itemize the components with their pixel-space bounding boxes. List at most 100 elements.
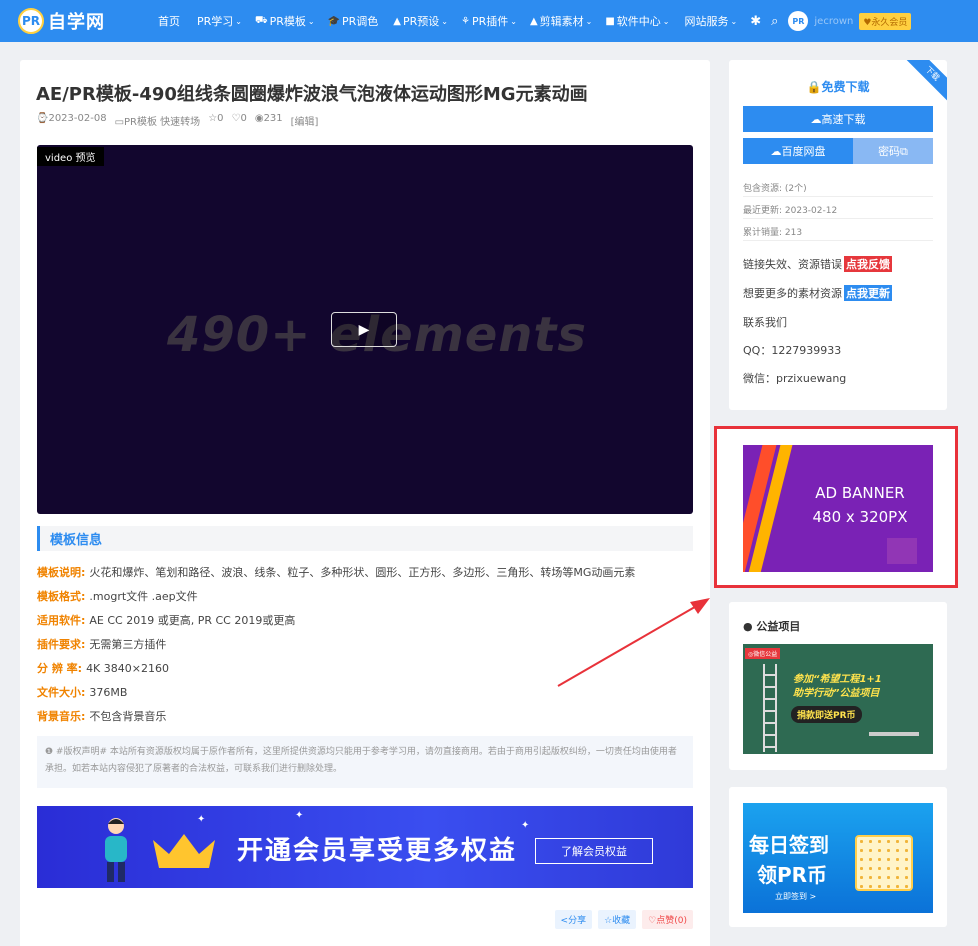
info-value: 376MB [89,685,128,699]
checkin-widget: 每日签到 领PR币 立即签到 > [729,787,947,927]
charity-tag: ◎微信公益 [745,648,781,659]
sparkle-icon: ✦ [521,820,530,831]
template-info-list: 模板说明: 火花和爆炸、笔划和路径、波浪、线条、粒子、多种形状、圆形、正方形、多边… [37,560,635,728]
chevron-down-icon: ⌄ [307,16,315,26]
nav-item-pr-plugin[interactable]: ⚘ PR插件 ⌄ [461,13,517,29]
sparkle-icon: ✦ [197,814,206,825]
info-row: 模板说明: 火花和爆炸、笔划和路径、波浪、线条、粒子、多种形状、圆形、正方形、多边… [37,560,635,584]
info-key: 模板说明: [37,566,86,579]
copyright-notice: ❶ #版权声明# 本站所有资源版权均属于原作者所有，这里所提供资源均只能用于参考… [37,736,693,788]
like-button[interactable]: ♡点赞(0) [642,910,693,929]
info-key: 背景音乐: [37,710,86,723]
share-button[interactable]: <分享 [554,910,593,929]
chevron-down-icon: ⌄ [235,16,242,26]
vip-badge[interactable]: ♥永久会员 [859,12,912,30]
person-illustration [105,818,127,882]
vip-banner-text: 开通会员享受更多权益 [237,836,518,866]
charity-line-1: 参加“希望工程1+1 [793,674,882,685]
request-link[interactable]: 点我更新 [844,285,892,301]
nav-label: 首页 [158,15,180,28]
nav-item-home[interactable]: 首页 [156,13,182,29]
fast-download-button[interactable]: ☁高速下载 [743,106,933,132]
nav-item-software[interactable]: ■ 软件中心 ⌄ [605,13,669,29]
nav-item-services[interactable]: 网站服务 ⌄ [683,13,738,29]
info-value: .mogrt文件 .aep文件 [89,590,198,603]
info-row: 适用软件: AE CC 2019 或更高, PR CC 2019或更高 [37,608,635,632]
video-player[interactable]: video 预览 490+ elements ▶ [37,145,693,514]
last-updated: 最近更新: 2023-02-12 [743,200,933,219]
checkin-line-1: 每日签到 [749,833,829,857]
info-key: 分 辨 率: [37,662,83,675]
logo-text: 自学网 [48,12,105,33]
nav-label: 网站服务 [684,15,729,28]
sparkle-icon: ✦ [295,810,304,821]
info-key: 文件大小: [37,686,86,699]
ad-text: AD BANNER 480 x 320PX [785,481,933,529]
info-key: 模板格式: [37,590,86,603]
resource-count: 包含资源: (2个) [743,178,933,197]
info-value: 不包含背景音乐 [89,710,167,723]
nav-label: PR预设 [403,15,440,28]
avatar[interactable]: PR [788,11,809,31]
search-icon[interactable]: ⌕ [771,14,778,29]
feedback-text: 链接失效、资源错误 [743,258,842,271]
copy-password-button[interactable]: 密码⧉ [853,138,933,164]
vip-benefits-button[interactable]: 了解会员权益 [535,838,653,864]
contact-heading: 联系我们 [743,316,787,329]
site-logo[interactable]: PR 自学网 [18,8,128,34]
favorite-button[interactable]: ☆收藏 [598,910,637,929]
info-key: 适用软件: [37,614,86,627]
ladder-illustration [763,664,777,752]
info-row: 插件要求: 无需第三方插件 [37,632,635,656]
nav-label: PR学习 [197,15,234,28]
section-heading: 模板信息 [37,526,693,551]
chevron-down-icon: ⌄ [730,16,738,26]
calendar-icon [855,835,913,891]
checkin-cta[interactable]: 立即签到 > [775,891,816,902]
edit-link[interactable]: [编辑] [291,113,319,128]
contact-wechat: 微信：przixuewang [743,372,847,385]
settings-icon[interactable]: ✱ [750,14,761,29]
grid-icon: ■ [605,15,615,27]
view-count: ◉231 [254,113,283,124]
ad-banner[interactable]: AD BANNER 480 x 320PX [743,445,933,572]
nav-item-pr-template[interactable]: ⛟ PR模板 ⌄ [255,13,315,29]
play-button[interactable]: ▶ [331,312,397,347]
nav-label: 剪辑素材 [539,15,584,28]
video-tag: video 预览 [37,147,104,166]
info-value: AE CC 2019 或更高, PR CC 2019或更高 [89,614,296,627]
charity-banner[interactable]: ◎微信公益 参加“希望工程1+1 助学行动”公益项目 捐款即送PR币 [743,644,933,754]
favorite-count: ☆0 [208,113,224,124]
feedback-link[interactable]: 点我反馈 [844,256,892,272]
ad-line-2: 480 x 320PX [812,508,908,526]
baidu-pan-button[interactable]: ☁百度网盘 [743,138,853,164]
request-line: 想要更多的素材资源 点我更新 [743,285,892,301]
request-text: 想要更多的素材资源 [743,287,842,300]
nav-label: PR调色 [342,15,379,28]
graduation-cap-icon: 🎓 [327,15,341,27]
charity-cta: 捐款即送PR币 [791,706,862,723]
nav-tools: ✱ ⌕ PR jecrown ♥永久会员 [750,11,912,31]
play-icon: ▶ [358,321,370,338]
nav-item-footage[interactable]: ▲ 剪辑素材 ⌄ [530,13,592,29]
feedback-line: 链接失效、资源错误 点我反馈 [743,256,892,272]
free-download-label: 🔒免费下载 [806,80,870,94]
nav-item-pr-color[interactable]: 🎓 PR调色 [328,13,381,29]
username[interactable]: jecrown [814,16,853,27]
charity-title: ● 公益项目 [743,620,801,633]
charity-line-2: 助学行动”公益项目 [793,688,880,699]
nav-item-pr-preset[interactable]: ▲ PR预设 ⌄ [393,13,448,29]
checkin-banner[interactable]: 每日签到 领PR币 立即签到 > [743,803,933,913]
info-value: 火花和爆炸、笔划和路径、波浪、线条、粒子、多种形状、圆形、正方形、多边形、三角形… [89,566,636,579]
chevron-down-icon: ⌄ [510,16,517,26]
table-illustration [869,732,919,736]
plugin-icon: ⚘ [460,15,470,27]
post-category[interactable]: ▭PR模板 快速转场 [115,113,201,128]
triangle-icon: ▲ [393,15,401,27]
info-row: 背景音乐: 不包含背景音乐 [37,704,635,728]
nav-item-pr-learn[interactable]: PR学习 ⌄ [195,13,242,29]
charity-widget: ● 公益项目 ◎微信公益 参加“希望工程1+1 助学行动”公益项目 捐款即送PR… [729,602,947,770]
post-meta: ⌚2023-02-08 ▭PR模板 快速转场 ☆0 ♡0 ◉231 [编辑] [36,113,318,128]
vip-banner[interactable]: ✦ ✦ ✦ 开通会员享受更多权益 了解会员权益 [37,806,693,888]
post-date: ⌚2023-02-08 [36,113,107,124]
